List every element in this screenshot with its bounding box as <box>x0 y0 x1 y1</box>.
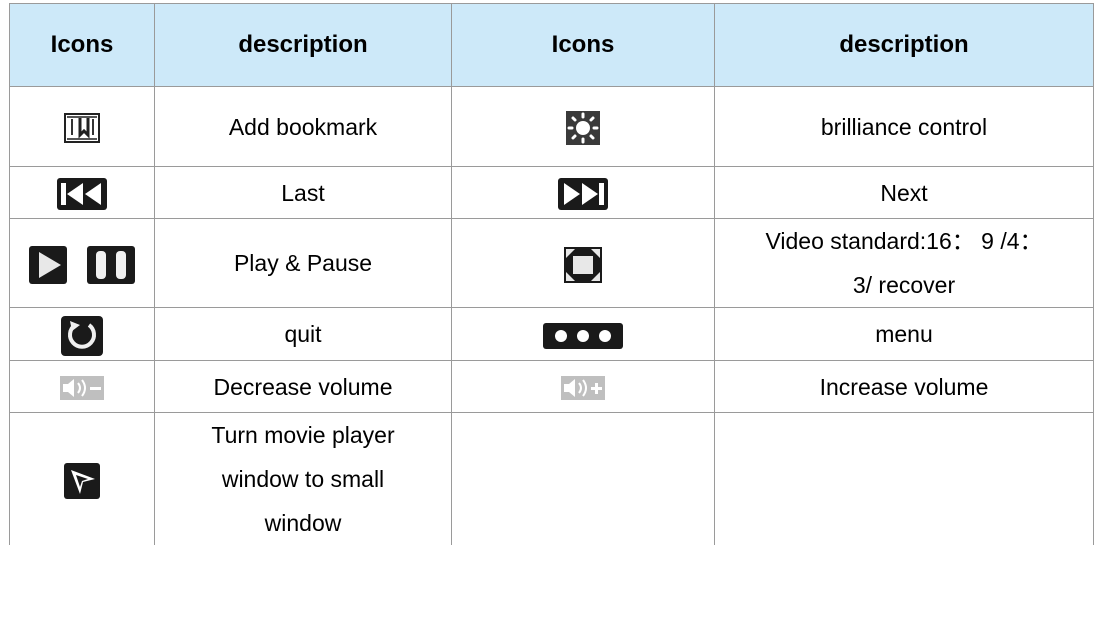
description-cell: Turn movie player window to small window <box>154 412 452 545</box>
description-line: 3/ recover <box>852 272 956 298</box>
next-track-icon <box>558 178 608 211</box>
icon-cell <box>451 218 715 308</box>
volume-down-icon <box>60 376 104 401</box>
description-cell: Video standard:16： 9 /4： 3/ recover <box>714 218 1094 308</box>
small-window-icon <box>64 462 100 499</box>
icon-cell <box>451 166 715 219</box>
quit-icon <box>61 315 103 356</box>
table-row: Decrease volume Increase volume <box>9 360 1094 413</box>
header-row: Icons description Icons description <box>9 3 1094 87</box>
description-line: window to small <box>221 466 385 492</box>
description-line: window <box>264 510 342 536</box>
icon-cell <box>451 86 715 167</box>
previous-track-icon <box>57 178 107 211</box>
volume-up-icon <box>561 376 605 401</box>
description-cell: Play & Pause <box>154 218 452 308</box>
icon-cell <box>9 307 155 361</box>
icon-cell <box>9 360 155 413</box>
table-row: Play & Pause Video standard:16： 9 /4： 3/… <box>9 218 1094 308</box>
description-line: Video standard:16： 9 /4： <box>765 228 1043 254</box>
icon-cell <box>451 307 715 361</box>
description-cell: brilliance control <box>714 86 1094 167</box>
brightness-icon <box>566 111 600 146</box>
aspect-ratio-icon <box>564 246 602 283</box>
icon-description-table: Icons description Icons description Add … <box>9 3 1094 545</box>
description-line: Turn movie player <box>211 422 395 448</box>
pause-icon <box>87 245 136 284</box>
icon-cell <box>9 166 155 219</box>
play-icon <box>28 245 67 284</box>
description-cell: Increase volume <box>714 360 1094 413</box>
icon-cell <box>9 412 155 545</box>
description-cell: quit <box>154 307 452 361</box>
header-description-1: description <box>154 3 452 87</box>
description-cell: Last <box>154 166 452 219</box>
table-row: Add bookmark brilliance control <box>9 86 1094 167</box>
empty-cell <box>714 412 1094 545</box>
description-cell: Add bookmark <box>154 86 452 167</box>
icon-cell <box>451 360 715 413</box>
description-cell: Next <box>714 166 1094 219</box>
menu-dots-icon <box>543 322 623 349</box>
table-row: quit menu <box>9 307 1094 361</box>
table-row: Turn movie player window to small window <box>9 412 1094 545</box>
header-icons-2: Icons <box>451 3 715 87</box>
header-icons-1: Icons <box>9 3 155 87</box>
icon-cell <box>9 86 155 167</box>
description-cell: menu <box>714 307 1094 361</box>
description-cell: Decrease volume <box>154 360 452 413</box>
empty-cell <box>451 412 715 545</box>
icon-cell <box>9 218 155 308</box>
table-row: Last Next <box>9 166 1094 219</box>
header-description-2: description <box>714 3 1094 87</box>
bookmark-icon <box>64 113 100 144</box>
